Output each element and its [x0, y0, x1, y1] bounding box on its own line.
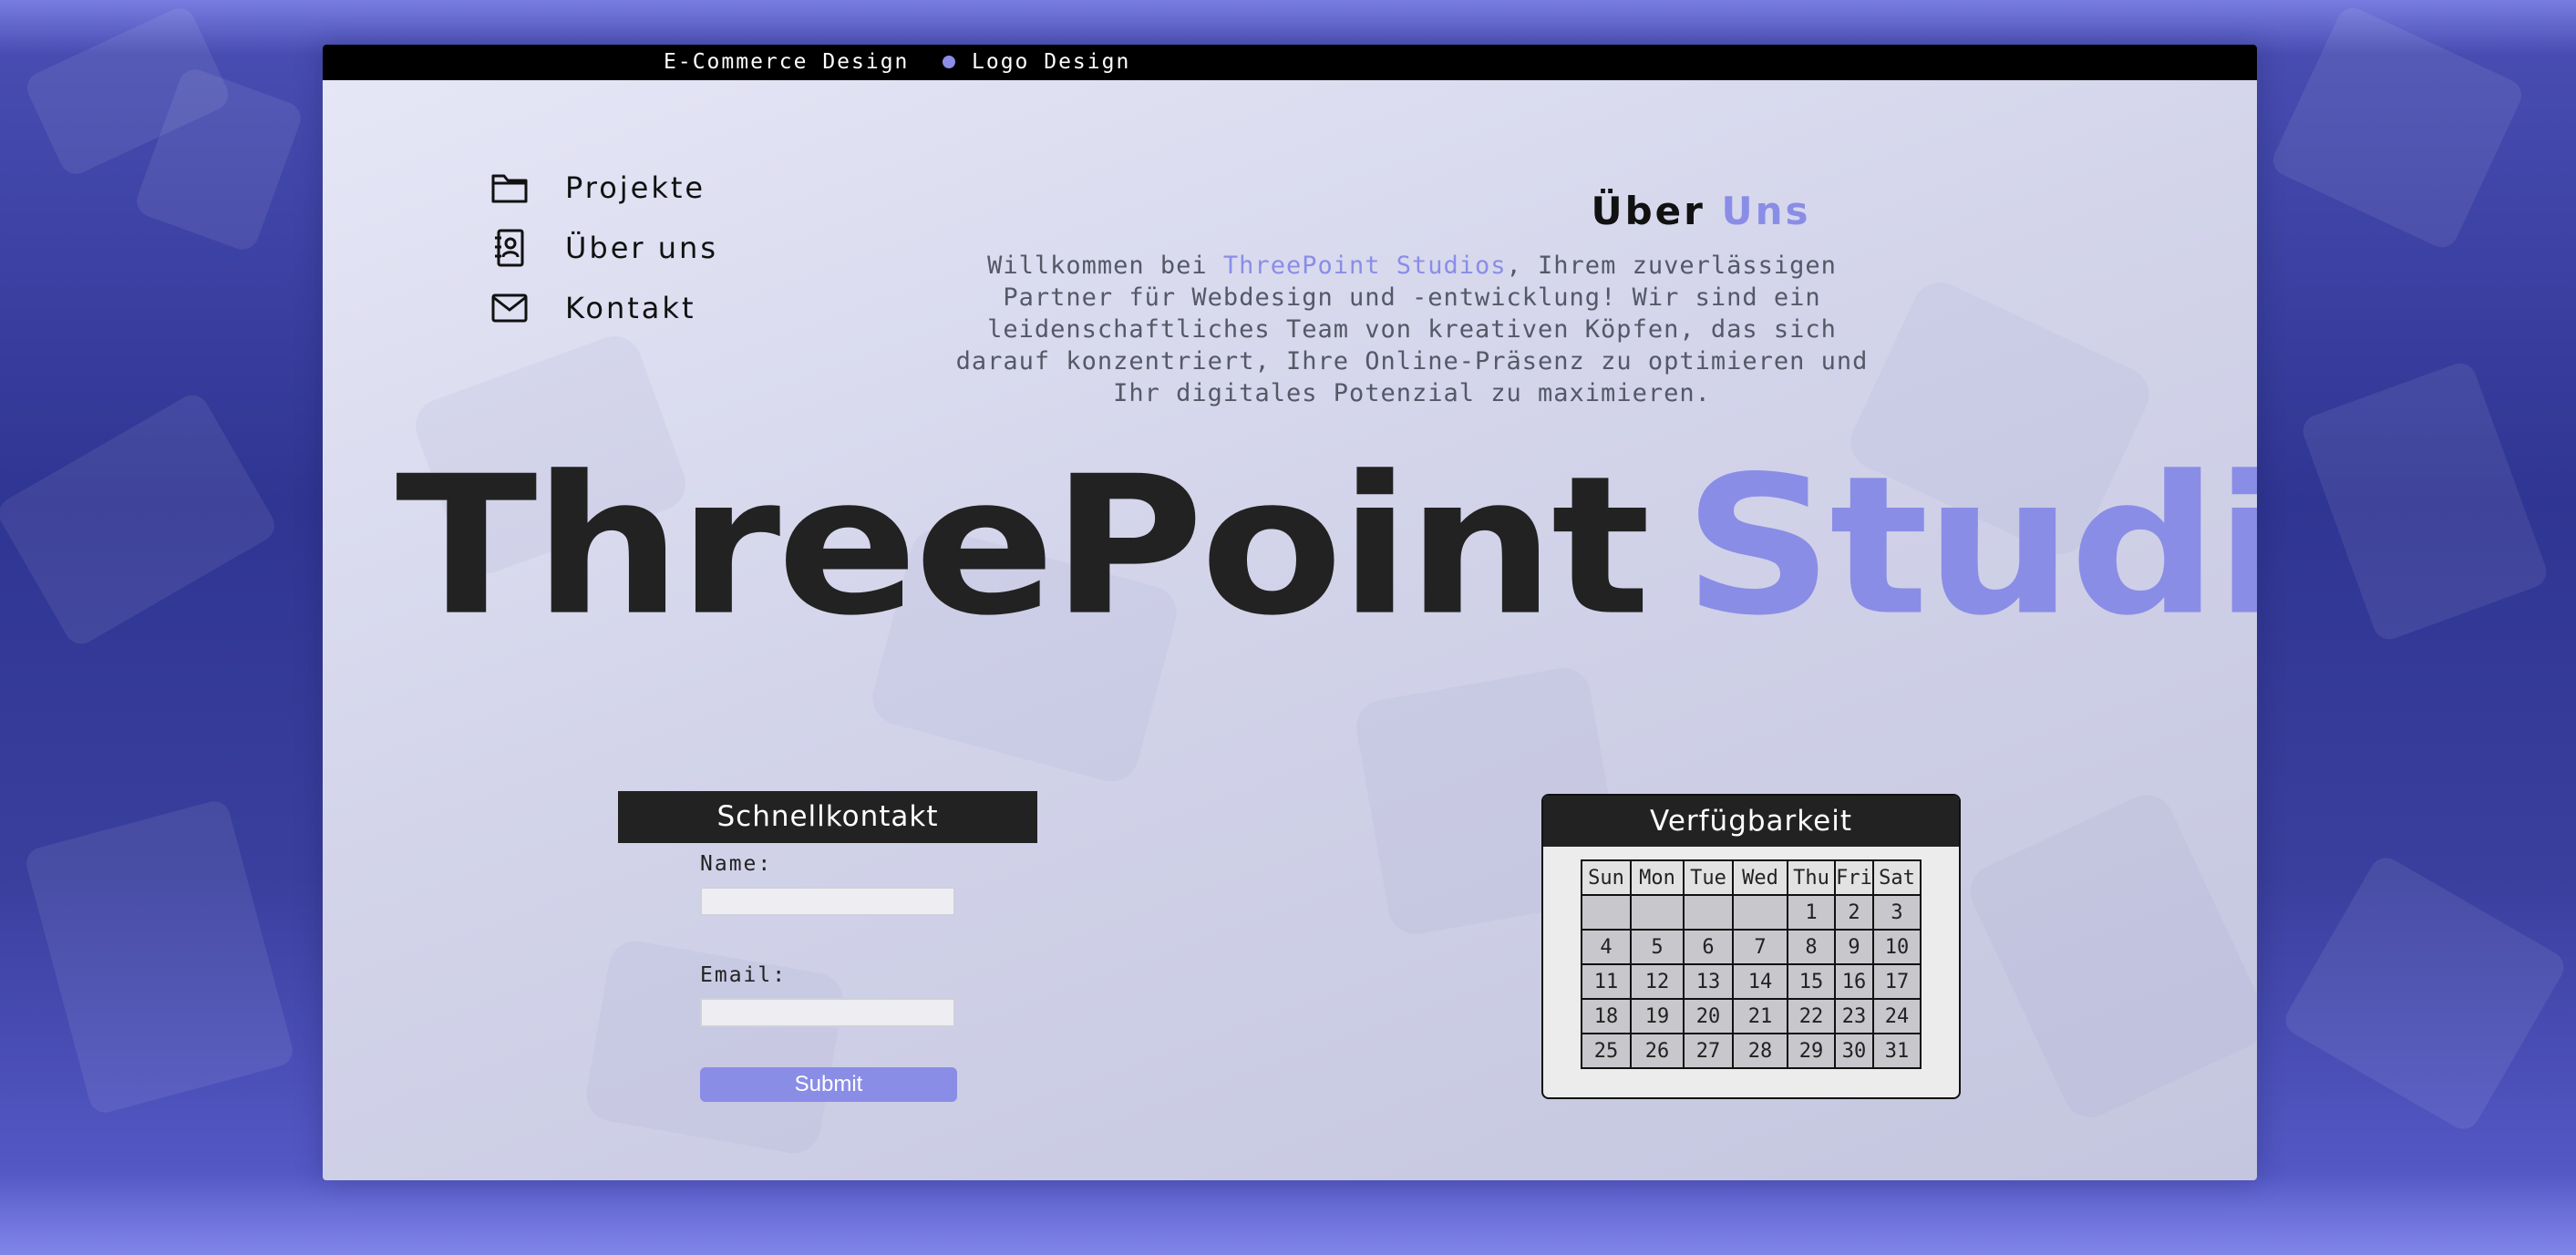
- calendar-day-cell[interactable]: 4: [1581, 929, 1632, 965]
- email-input[interactable]: [700, 998, 955, 1027]
- calendar-day-cell[interactable]: [1732, 894, 1788, 931]
- calendar-day-cell[interactable]: 21: [1732, 998, 1788, 1034]
- availability-calendar: Verfügbarkeit Sun Mon Tue Wed Thu Fri Sa…: [1541, 794, 1961, 1099]
- background-glow-bottom: [0, 1173, 2576, 1255]
- calendar-day-cell[interactable]: 11: [1581, 963, 1632, 1000]
- nav-item-label: Über uns: [565, 231, 718, 265]
- topbar-link-logo-design[interactable]: Logo Design: [943, 50, 1130, 74]
- topbar-link-label: Logo Design: [972, 50, 1131, 74]
- calendar-day-cell[interactable]: 18: [1581, 998, 1632, 1034]
- calendar-day-cell[interactable]: 28: [1732, 1033, 1788, 1069]
- background-shape: [2280, 851, 2570, 1136]
- about-text: Willkommen bei ThreePoint Studios, Ihrem…: [952, 250, 1872, 409]
- weekday-header: Tue: [1683, 859, 1734, 896]
- calendar-day-cell[interactable]: 27: [1683, 1033, 1734, 1069]
- calendar-day-cell[interactable]: 20: [1683, 998, 1734, 1034]
- weekday-header: Thu: [1787, 859, 1836, 896]
- mail-icon: [490, 289, 529, 327]
- nav-item-ueber-uns[interactable]: Über uns: [490, 218, 718, 278]
- nav-item-label: Kontakt: [565, 291, 696, 325]
- calendar-day-cell[interactable]: 19: [1630, 998, 1685, 1034]
- hero-logo-text: ThreePointStudios: [396, 437, 2257, 654]
- submit-button[interactable]: Submit: [700, 1067, 957, 1102]
- calendar-day-cell[interactable]: 24: [1872, 998, 1922, 1034]
- calendar-day-cell[interactable]: 8: [1787, 929, 1836, 965]
- calendar-day-cell[interactable]: 3: [1872, 894, 1922, 931]
- calendar-day-cell[interactable]: 16: [1834, 963, 1874, 1000]
- calendar-day-cell[interactable]: 30: [1834, 1033, 1874, 1069]
- calendar-day-cell[interactable]: 13: [1683, 963, 1734, 1000]
- weekday-header: Fri: [1834, 859, 1874, 896]
- calendar-day-cell[interactable]: [1683, 894, 1734, 931]
- calendar-day-cell[interactable]: 26: [1630, 1033, 1685, 1069]
- contact-form-body: Name: Email: Submit: [618, 852, 1037, 1102]
- about-title-accent: Uns: [1721, 189, 1811, 233]
- weekday-header: Mon: [1630, 859, 1685, 896]
- email-label: Email:: [700, 963, 788, 987]
- calendar-day-cell[interactable]: 7: [1732, 929, 1788, 965]
- panel-shape: [1961, 786, 2257, 1126]
- calendar-day-cell[interactable]: 14: [1732, 963, 1788, 1000]
- weekday-header: Sat: [1872, 859, 1922, 896]
- quick-contact-form: Schnellkontakt Name: Email: Submit: [618, 791, 1037, 1102]
- calendar-day-cell[interactable]: 31: [1872, 1033, 1922, 1069]
- contact-book-icon: [490, 229, 529, 267]
- calendar-week-row: 4 5 6 7 8 9 10: [1581, 929, 1922, 965]
- folder-icon: [490, 169, 529, 207]
- availability-title: Verfügbarkeit: [1543, 796, 1959, 847]
- hero-word-threepoint: ThreePoint: [396, 434, 1651, 658]
- active-dot-icon: [943, 56, 955, 68]
- weekday-header: Sun: [1581, 859, 1632, 896]
- top-navigation-bar: E-Commerce Design Logo Design: [323, 45, 2257, 80]
- quick-contact-title: Schnellkontakt: [618, 791, 1037, 843]
- calendar-table: Sun Mon Tue Wed Thu Fri Sat 1 2 3 4 5 6 …: [1581, 859, 1922, 1069]
- nav-item-projekte[interactable]: Projekte: [490, 158, 718, 218]
- topbar-link-ecommerce[interactable]: E-Commerce Design: [664, 50, 909, 74]
- calendar-day-cell[interactable]: 9: [1834, 929, 1874, 965]
- calendar-weekday-row: Sun Mon Tue Wed Thu Fri Sat: [1581, 859, 1922, 896]
- calendar-day-cell[interactable]: [1581, 894, 1632, 931]
- background-shape: [0, 389, 281, 650]
- calendar-day-cell[interactable]: 6: [1683, 929, 1734, 965]
- background-shape: [2298, 358, 2551, 644]
- calendar-day-cell[interactable]: 29: [1787, 1033, 1836, 1069]
- calendar-day-cell[interactable]: 2: [1834, 894, 1874, 931]
- about-title-plain: Über: [1591, 189, 1705, 233]
- calendar-day-cell[interactable]: 23: [1834, 998, 1874, 1034]
- about-brand-name: ThreePoint Studios: [1222, 252, 1507, 280]
- calendar-day-cell[interactable]: 12: [1630, 963, 1685, 1000]
- main-panel: E-Commerce Design Logo Design Projekte Ü…: [323, 45, 2257, 1180]
- calendar-week-row: 25 26 27 28 29 30 31: [1581, 1033, 1922, 1069]
- calendar-day-cell[interactable]: 10: [1872, 929, 1922, 965]
- calendar-day-cell[interactable]: 25: [1581, 1033, 1632, 1069]
- name-label: Name:: [700, 852, 773, 876]
- calendar-day-cell[interactable]: 22: [1787, 998, 1836, 1034]
- calendar-week-row: 1 2 3: [1581, 894, 1922, 931]
- name-input[interactable]: [700, 887, 955, 916]
- calendar-day-cell[interactable]: [1630, 894, 1685, 931]
- calendar-week-row: 11 12 13 14 15 16 17: [1581, 963, 1922, 1000]
- nav-item-kontakt[interactable]: Kontakt: [490, 278, 718, 338]
- calendar-day-cell[interactable]: 15: [1787, 963, 1836, 1000]
- calendar-day-cell[interactable]: 1: [1787, 894, 1836, 931]
- calendar-day-cell[interactable]: 5: [1630, 929, 1685, 965]
- side-navigation: Projekte Über uns Kontakt: [490, 158, 718, 338]
- about-text-intro: Willkommen bei: [987, 252, 1208, 280]
- topbar-link-label: E-Commerce Design: [664, 50, 910, 74]
- weekday-header: Wed: [1732, 859, 1788, 896]
- calendar-week-row: 18 19 20 21 22 23 24: [1581, 998, 1922, 1034]
- about-title: Über Uns: [1245, 189, 2157, 233]
- calendar-day-cell[interactable]: 17: [1872, 963, 1922, 1000]
- nav-item-label: Projekte: [565, 170, 706, 205]
- hero-word-studios: Studios: [1683, 434, 2257, 658]
- background-shape: [23, 797, 296, 1116]
